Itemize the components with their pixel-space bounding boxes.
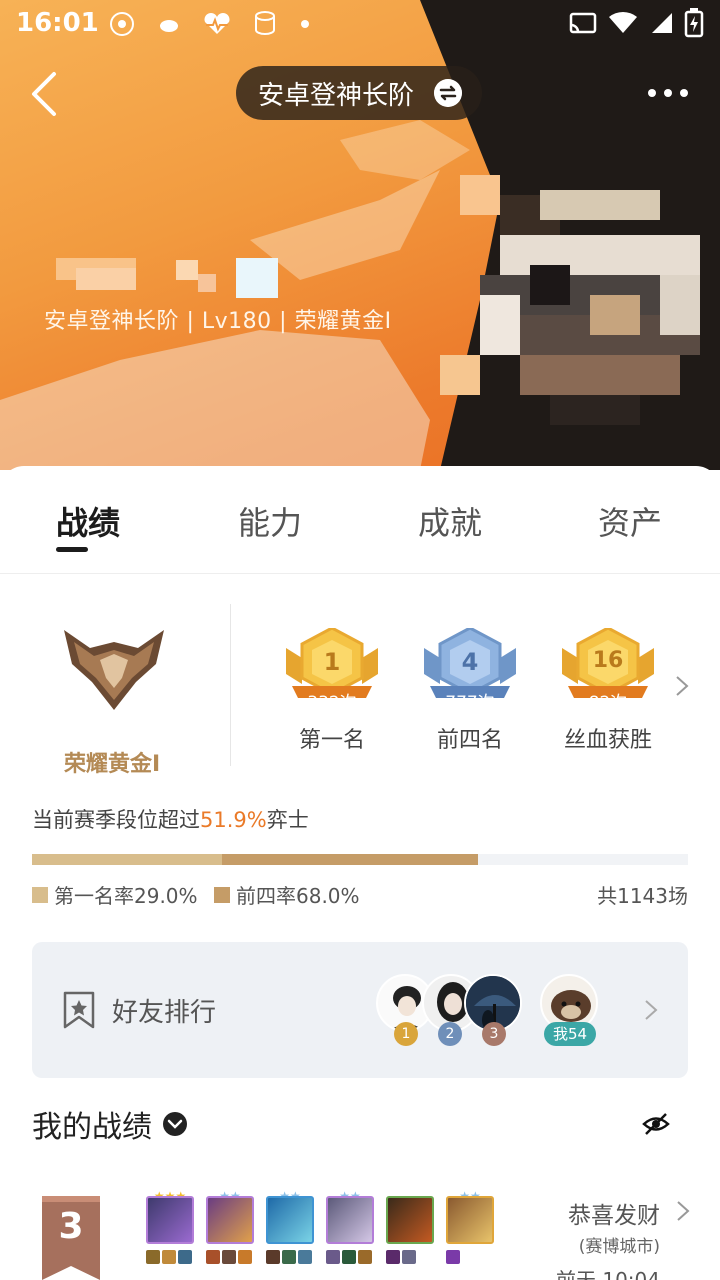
database-icon	[255, 11, 275, 35]
legend-swatch	[32, 886, 48, 903]
eye-hidden-icon[interactable]	[642, 1110, 670, 1138]
swap-icon	[434, 79, 462, 107]
back-button[interactable]	[26, 68, 66, 120]
signal-icon	[652, 13, 672, 33]
blurred-username	[56, 258, 278, 298]
chevron-right-icon	[645, 1000, 658, 1020]
medal-count: 82次	[588, 693, 628, 713]
match-mode: (赛博城市)	[578, 1237, 660, 1257]
placement-number: 3	[58, 1206, 84, 1247]
friend-ranking-title: 好友排行	[112, 998, 217, 1028]
champion-icon[interactable]	[446, 1196, 494, 1244]
blurred-avatar[interactable]	[440, 175, 710, 425]
medal-number: 1	[323, 648, 341, 676]
cast-icon	[569, 12, 597, 34]
season-percentile: 当前赛季段位超过51.9%弈士	[32, 804, 309, 834]
dot-icon	[301, 20, 309, 28]
medal-label: 第一名	[298, 728, 365, 753]
more-menu-button[interactable]	[648, 82, 694, 104]
item-slots	[266, 1250, 312, 1266]
chevron-down-icon	[163, 1112, 187, 1136]
tab-assets[interactable]: 资产	[598, 498, 662, 544]
champion-icon[interactable]	[206, 1196, 254, 1244]
status-bar: 16:01	[0, 0, 720, 48]
friend-rank-badge: 1	[394, 1022, 418, 1046]
item-slots	[146, 1250, 192, 1266]
medal-count: 332次	[307, 693, 357, 713]
heartbeat-icon	[204, 13, 230, 34]
profile-subtitle: 安卓登神长阶 | Lv180 | 荣耀黄金I	[44, 309, 392, 334]
match-title: 恭喜发财	[568, 1203, 660, 1229]
champion-icon[interactable]	[326, 1196, 374, 1244]
my-records-header[interactable]: 我的战绩	[32, 1102, 188, 1146]
chevron-right-icon[interactable]	[676, 1200, 690, 1222]
rank-name: 荣耀黄金I	[64, 752, 161, 777]
system-icons	[568, 8, 704, 38]
medal-label: 丝血获胜	[563, 728, 652, 753]
battery-icon	[684, 8, 704, 38]
match-time: 前天 10:04	[556, 1268, 660, 1280]
app-notification-icon	[110, 12, 134, 36]
wifi-icon	[609, 11, 637, 34]
active-tab-indicator	[56, 547, 88, 552]
rank-emblem-icon[interactable]	[60, 624, 168, 716]
tab-bar: 战绩 能力 成就 资产	[0, 466, 720, 574]
first-rate-segment	[32, 854, 223, 865]
medal-label: 前四名	[436, 728, 503, 753]
medal-number: 4	[461, 648, 479, 676]
total-games: 共1143场	[597, 884, 688, 908]
season-prefix: 当前赛季段位超过	[32, 808, 200, 832]
tab-records[interactable]: 战绩	[56, 498, 120, 544]
tab-achievements[interactable]: 成就	[418, 498, 482, 544]
item-slots	[446, 1250, 460, 1266]
legend-first: 第一名率29.0%	[32, 880, 198, 909]
legend-top4: 前四率68.0%	[214, 880, 360, 909]
bookmark-star-icon	[63, 991, 95, 1029]
friend-rank-badge: 2	[438, 1022, 462, 1046]
item-slots	[386, 1250, 416, 1266]
friend-rank-badge: 3	[482, 1022, 506, 1046]
season-percent: 51.9%	[200, 808, 267, 832]
chevron-right-icon[interactable]	[674, 674, 690, 698]
clock: 16:01	[16, 8, 99, 38]
item-slots	[326, 1250, 372, 1266]
legend-first-label: 第一名率29.0%	[54, 884, 198, 908]
placement-rate-bar	[32, 854, 688, 865]
item-slots	[206, 1250, 252, 1266]
legend-top4-label: 前四率68.0%	[236, 884, 360, 908]
champion-icon[interactable]	[146, 1196, 194, 1244]
account-title: 安卓登神长阶	[258, 80, 415, 111]
legend-swatch	[214, 886, 230, 903]
medal-number: 16	[592, 648, 624, 673]
divider	[230, 604, 231, 766]
medal-count: 777次	[445, 693, 495, 713]
cloud-icon	[160, 20, 178, 32]
friend-ranking-card[interactable]: 好友排行 1 2 3 我54	[32, 942, 688, 1078]
profile-header: 16:01 安卓登神长阶 安卓登神长阶 | Lv180 | 荣耀黄金I	[0, 0, 720, 470]
account-switcher[interactable]: 安卓登神长阶	[236, 66, 482, 120]
season-suffix: 弈士	[266, 808, 309, 832]
tab-ability[interactable]: 能力	[238, 498, 302, 544]
my-rank-badge: 我54	[544, 1022, 596, 1046]
notification-icons	[108, 10, 310, 38]
top4-rate-segment	[222, 854, 479, 865]
my-records-title: 我的战绩	[32, 1110, 152, 1145]
champion-icon[interactable]	[266, 1196, 314, 1244]
champion-icon[interactable]	[386, 1196, 434, 1244]
